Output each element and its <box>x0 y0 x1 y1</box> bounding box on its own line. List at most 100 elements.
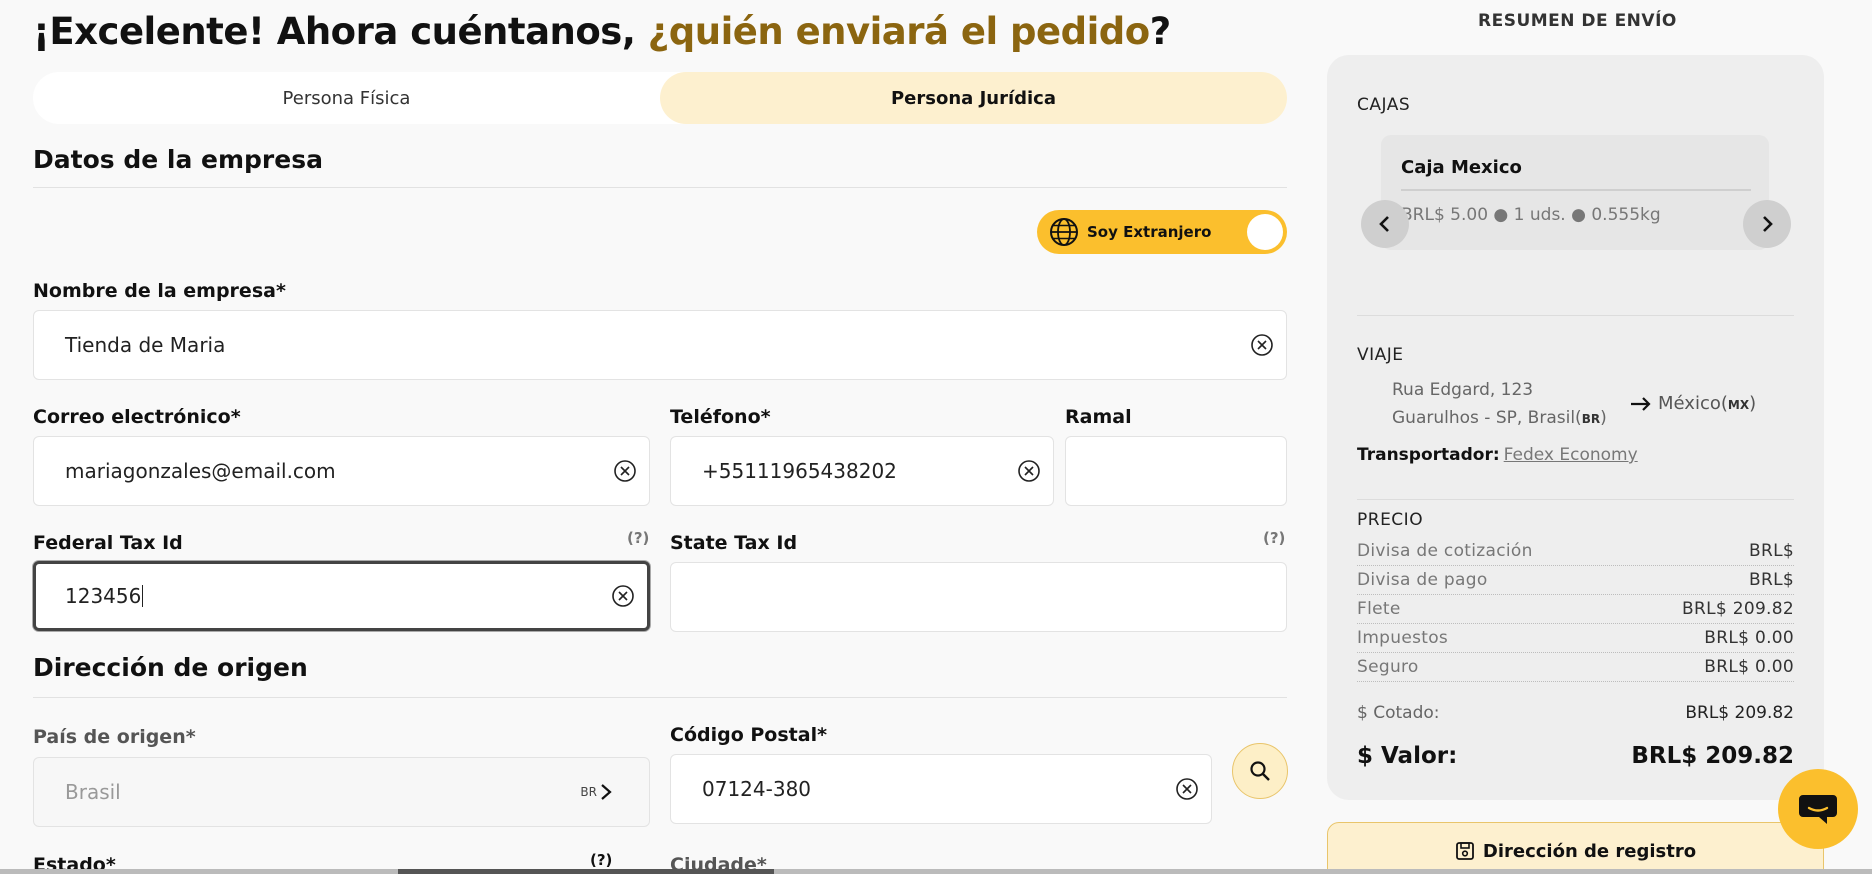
next-box-button[interactable] <box>1743 200 1791 248</box>
destination-close: ) <box>1749 393 1757 414</box>
country-value: Brasil <box>65 780 121 804</box>
box-card: Caja Mexico BRL$ 5.00 ● 1 uds. ● 0.555kg <box>1381 135 1769 250</box>
federal-tax-help[interactable]: (?) <box>627 529 649 547</box>
federal-tax-label: Federal Tax Id <box>33 532 183 554</box>
price-value: BRL$ 0.00 <box>1704 657 1794 677</box>
carrier: Transportador: Fedex Economy <box>1357 445 1638 465</box>
boxes-label: CAJAS <box>1357 95 1411 115</box>
chevron-left-icon <box>1379 216 1389 232</box>
summary-heading: RESUMEN DE ENVÍO <box>1478 11 1677 31</box>
country-label: País de origen* <box>33 726 196 748</box>
phone-label: Teléfono* <box>670 406 771 428</box>
price-value: BRL$ <box>1749 541 1794 561</box>
chevron-right-icon <box>601 784 612 800</box>
section-divider <box>33 187 1287 188</box>
price-row: Impuestos BRL$ 0.00 <box>1357 624 1794 653</box>
clear-icon[interactable] <box>611 584 635 608</box>
company-name-value: Tienda de Maria <box>65 333 226 357</box>
text-caret <box>142 585 144 607</box>
section-divider <box>33 697 1287 698</box>
destination-text: México( <box>1658 393 1728 414</box>
price-label: PRECIO <box>1357 510 1424 530</box>
country-code-text: BR <box>580 785 597 799</box>
price-value: BRL$ 209.82 <box>1682 599 1794 619</box>
state-tax-label: State Tax Id <box>670 532 798 554</box>
clear-icon[interactable] <box>1175 777 1199 801</box>
postal-label: Código Postal* <box>670 724 828 746</box>
price-row: Divisa de cotización BRL$ <box>1357 537 1794 566</box>
email-label: Correo electrónico* <box>33 406 241 428</box>
prev-box-button[interactable] <box>1361 200 1409 248</box>
summary-divider <box>1357 315 1794 316</box>
foreign-toggle[interactable]: Soy Extranjero <box>1037 210 1287 254</box>
postal-search-button[interactable] <box>1232 743 1288 799</box>
price-key: Impuestos <box>1357 628 1449 648</box>
origin-line1: Rua Edgard, 123 <box>1392 380 1534 400</box>
price-row: Divisa de pago BRL$ <box>1357 566 1794 595</box>
destination-code: MX <box>1727 398 1750 412</box>
box-card-divider <box>1401 189 1751 191</box>
clear-icon[interactable] <box>1017 459 1041 483</box>
price-value: BRL$ <box>1749 570 1794 590</box>
company-section-title: Datos de la empresa <box>33 145 323 174</box>
destination: México(MX) <box>1630 393 1756 414</box>
title-accent: ¿quién enviará el pedido <box>647 10 1150 53</box>
origin-line2-text: Guarulhos - SP, Brasil( <box>1392 408 1582 428</box>
company-name-label: Nombre de la empresa* <box>33 280 286 302</box>
postal-value: 07124-380 <box>702 777 812 801</box>
origin-code: BR <box>1581 412 1601 426</box>
page-title: ¡Excelente! Ahora cuéntanos, ¿quién envi… <box>33 10 1171 53</box>
price-row: Seguro BRL$ 0.00 <box>1357 653 1794 682</box>
globe-icon <box>1050 218 1078 246</box>
chevron-right-icon <box>1763 216 1773 232</box>
scrollbar-thumb[interactable] <box>398 869 774 874</box>
state-help[interactable]: (?) <box>590 851 612 869</box>
federal-tax-value: 123456 <box>65 584 142 608</box>
origin-close: ) <box>1600 408 1607 428</box>
country-code: BR <box>580 782 613 802</box>
extension-label: Ramal <box>1065 406 1132 428</box>
quoted-row: $ Cotado: BRL$ 209.82 <box>1357 703 1794 723</box>
chat-icon <box>1799 795 1837 824</box>
federal-tax-input[interactable]: 123456 <box>33 561 650 631</box>
clear-icon[interactable] <box>1250 333 1274 357</box>
tab-persona-juridica[interactable]: Persona Jurídica <box>660 72 1287 124</box>
extension-input[interactable] <box>1065 436 1287 506</box>
phone-value: +55111965438202 <box>702 459 897 483</box>
total-label: $ Valor: <box>1357 743 1458 769</box>
foreign-toggle-label: Soy Extranjero <box>1087 223 1212 241</box>
carrier-link[interactable]: Fedex Economy <box>1504 445 1638 465</box>
tab-persona-fisica[interactable]: Persona Física <box>33 72 660 124</box>
total-row: $ Valor: BRL$ 209.82 <box>1357 743 1794 769</box>
origin-section-title: Dirección de origen <box>33 653 308 682</box>
summary-divider <box>1357 499 1794 500</box>
shipping-summary: CAJAS Caja Mexico BRL$ 5.00 ● 1 uds. ● 0… <box>1327 55 1824 800</box>
search-icon <box>1250 761 1270 781</box>
country-select[interactable]: Brasil BR <box>33 757 650 827</box>
email-value: mariagonzales@email.com <box>65 459 336 483</box>
email-input[interactable]: mariagonzales@email.com <box>33 436 650 506</box>
horizontal-scrollbar[interactable] <box>0 869 1872 874</box>
quoted-value: BRL$ 209.82 <box>1685 703 1794 723</box>
total-value: BRL$ 209.82 <box>1631 743 1794 769</box>
box-meta: BRL$ 5.00 ● 1 uds. ● 0.555kg <box>1401 205 1661 225</box>
person-type-tabs: Persona Física Persona Jurídica <box>33 72 1287 124</box>
company-name-input[interactable]: Tienda de Maria <box>33 310 1287 380</box>
state-tax-input[interactable] <box>670 562 1287 632</box>
toggle-knob <box>1247 214 1283 250</box>
trip-label: VIAJE <box>1357 345 1404 365</box>
register-address-button[interactable]: Dirección de registro <box>1327 822 1824 874</box>
price-key: Flete <box>1357 599 1401 619</box>
save-icon <box>1455 842 1474 860</box>
price-key: Seguro <box>1357 657 1419 677</box>
price-key: Divisa de cotización <box>1357 541 1533 561</box>
state-tax-help[interactable]: (?) <box>1263 529 1285 547</box>
price-value: BRL$ 0.00 <box>1704 628 1794 648</box>
arrow-right-icon <box>1631 396 1651 411</box>
phone-input[interactable]: +55111965438202 <box>670 436 1054 506</box>
carrier-label: Transportador: <box>1357 445 1500 465</box>
clear-icon[interactable] <box>613 459 637 483</box>
chat-button[interactable] <box>1778 769 1858 849</box>
postal-input[interactable]: 07124-380 <box>670 754 1212 824</box>
price-row: Flete BRL$ 209.82 <box>1357 595 1794 624</box>
